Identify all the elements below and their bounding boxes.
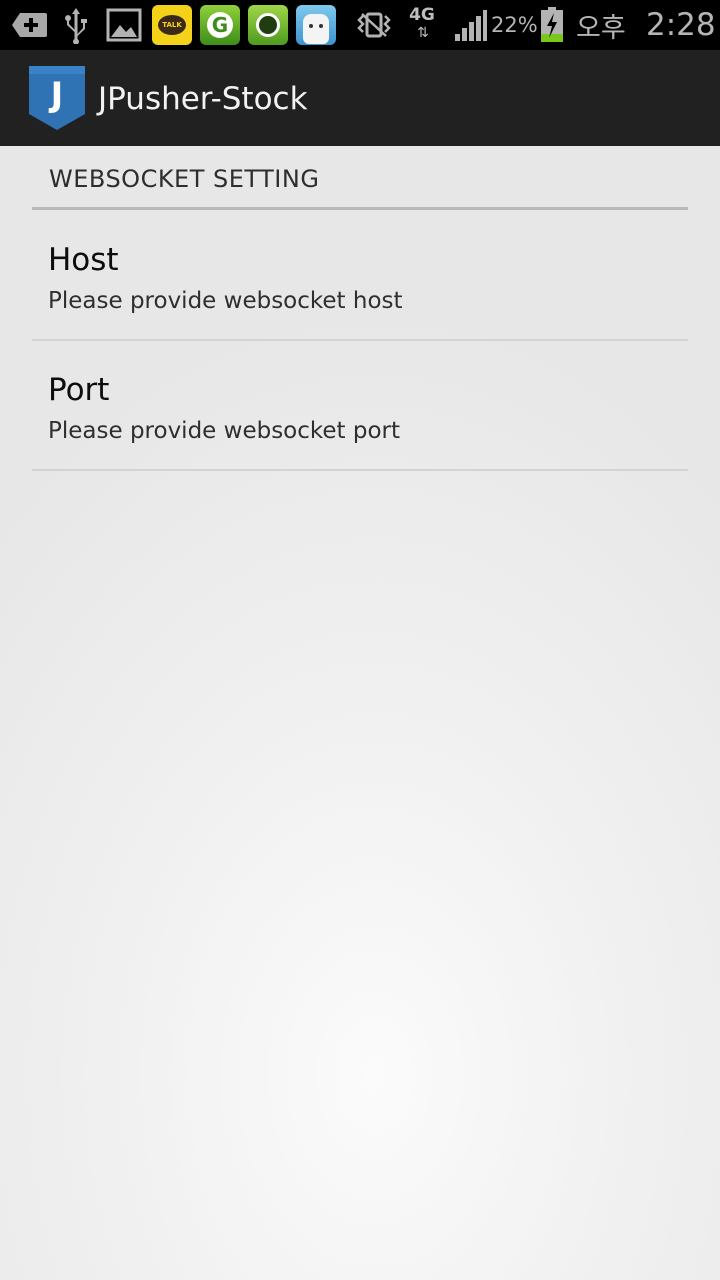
talk-label: TALK [158,15,186,35]
app-title: JPusher-Stock [98,81,308,117]
usb-icon [58,0,94,50]
preference-item-summary: Please provide websocket host [48,288,403,314]
action-bar: J JPusher-Stock [0,50,720,146]
gallery-icon [104,0,144,50]
battery-charging-icon [538,0,566,50]
network-type-label: 4G [409,5,435,25]
preference-category: WEBSOCKET SETTING [32,146,688,210]
data-arrows-icon: ⇅ [417,25,429,41]
vibrate-icon [352,0,396,50]
app-logo-letter: J [49,75,64,115]
add-notification-icon [8,0,50,50]
preference-item-summary: Please provide websocket port [48,418,401,444]
preference-item-title: Host [48,242,119,278]
face-app-icon [296,5,336,45]
kakaotalk-app-icon: TALK [152,5,192,45]
app-logo-icon[interactable]: J [29,66,85,130]
battery-percent: 22% [491,13,538,37]
q-app-icon [248,5,288,45]
grep-app-icon: G [200,5,240,45]
preference-item-host[interactable]: Host Please provide websocket host [32,211,688,341]
preference-category-title: WEBSOCKET SETTING [49,165,320,193]
signal-icon [450,0,490,50]
status-bar: TALK G 4G ⇅ 22% 오후 2:28 [0,0,720,50]
ampm-label: 오후 [576,12,626,44]
preference-item-title: Port [48,372,110,408]
preference-item-port[interactable]: Port Please provide websocket port [32,341,688,471]
network-type-indicator: 4G ⇅ [406,6,438,42]
clock-time: 2:28 [646,7,716,43]
